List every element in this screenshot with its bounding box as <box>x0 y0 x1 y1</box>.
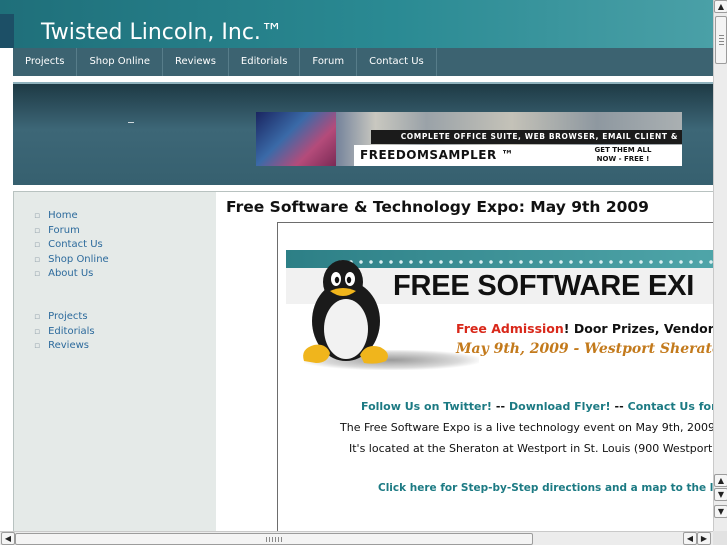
post-body: FREE SOFTWARE EXI Free Admission! Door P… <box>277 222 714 532</box>
contact-info-link[interactable]: Contact Us for More Info <box>628 400 714 413</box>
sidebar: Home Forum Contact Us Shop Online About … <box>13 191 216 531</box>
site-header: Twisted Lincoln, Inc.™ <box>0 0 713 48</box>
ad-brand-strip: FREEDOMSAMPLER ™ GET THEM ALL NOW - FREE… <box>354 145 682 166</box>
scroll-right-icon[interactable]: ▶ <box>697 532 711 545</box>
scroll-down-icon[interactable]: ▼ <box>714 505 727 518</box>
scroll-left-icon[interactable]: ◀ <box>683 532 697 545</box>
scrollbar-corner <box>713 531 727 545</box>
banner-band: COMPLETE OFFICE SUITE, WEB BROWSER, EMAI… <box>13 82 713 185</box>
scroll-left-icon[interactable]: ◀ <box>1 532 15 545</box>
expo-banner-image[interactable]: FREE SOFTWARE EXI Free Admission! Door P… <box>286 250 714 372</box>
link-separator: -- <box>614 400 624 413</box>
site-title[interactable]: Twisted Lincoln, Inc.™ <box>41 20 283 45</box>
flyer-link[interactable]: Download Flyer! <box>509 400 611 413</box>
sidebar-item-reviews[interactable]: Reviews <box>34 339 95 354</box>
sidebar-menu-primary: Home Forum Contact Us Shop Online About … <box>34 209 109 282</box>
nav-contact-us[interactable]: Contact Us <box>357 48 437 76</box>
expo-title: FREE SOFTWARE EXI <box>393 270 695 302</box>
horizontal-scrollbar[interactable]: ◀ ◀ ▶ <box>0 531 713 545</box>
ad-cta: GET THEM ALL NOW - FREE ! <box>568 146 678 164</box>
sidebar-item-forum[interactable]: Forum <box>34 224 109 239</box>
ad-tagline-strip: COMPLETE OFFICE SUITE, WEB BROWSER, EMAI… <box>371 130 682 155</box>
ad-cta-line2: NOW - FREE ! <box>596 155 650 163</box>
sidebar-item-editorials[interactable]: Editorials <box>34 325 95 340</box>
expo-admission: Free Admission <box>456 321 564 336</box>
sidebar-item-about-us[interactable]: About Us <box>34 267 109 282</box>
sidebar-item-projects[interactable]: Projects <box>34 310 95 325</box>
nav-forum[interactable]: Forum <box>300 48 358 76</box>
nav-editorials[interactable]: Editorials <box>229 48 301 76</box>
expo-subtitle-rest: ! Door Prizes, Vendors and <box>563 321 714 336</box>
horizontal-scroll-thumb[interactable] <box>15 533 533 545</box>
vertical-scrollbar[interactable]: ▲ ▲ ▼ ▼ <box>713 0 727 531</box>
scroll-up-icon[interactable]: ▲ <box>714 474 727 487</box>
post-text-location: It's located at the Sheraton at Westport… <box>349 442 714 455</box>
sidebar-item-home[interactable]: Home <box>34 209 109 224</box>
ad-graphic-image <box>256 112 336 166</box>
sidebar-item-contact-us[interactable]: Contact Us <box>34 238 109 253</box>
post-links: Follow Us on Twitter! -- Download Flyer! --… <box>361 400 714 413</box>
expo-subtitle: Free Admission! Door Prizes, Vendors and <box>456 321 714 336</box>
main-nav: Projects Shop Online Reviews Editorials … <box>13 48 713 76</box>
freedomsampler-ad[interactable]: COMPLETE OFFICE SUITE, WEB BROWSER, EMAI… <box>256 112 682 166</box>
expo-date-location: May 9th, 2009 - Westport Sheraton, S <box>456 341 714 357</box>
post-text-intro: The Free Software Expo is a live technol… <box>340 421 714 434</box>
ad-cta-line1: GET THEM ALL <box>594 146 652 154</box>
scroll-down-icon[interactable]: ▼ <box>714 488 727 501</box>
ad-brand: FREEDOMSAMPLER ™ <box>360 148 514 162</box>
tux-penguin-icon <box>303 260 388 364</box>
header-accent <box>0 14 14 48</box>
nav-shop-online[interactable]: Shop Online <box>77 48 164 76</box>
sidebar-item-shop-online[interactable]: Shop Online <box>34 253 109 268</box>
directions-link[interactable]: Click here for Step-by-Step directions a… <box>378 482 714 494</box>
nav-projects[interactable]: Projects <box>13 48 78 76</box>
scroll-up-icon[interactable]: ▲ <box>714 0 727 13</box>
page-title: Free Software & Technology Expo: May 9th… <box>226 198 649 216</box>
sidebar-menu-secondary: Projects Editorials Reviews <box>34 310 95 354</box>
vertical-scroll-thumb[interactable] <box>715 16 727 64</box>
nav-reviews[interactable]: Reviews <box>163 48 229 76</box>
main-content: Free Software & Technology Expo: May 9th… <box>216 191 714 532</box>
twitter-link[interactable]: Follow Us on Twitter! <box>361 400 492 413</box>
link-separator: -- <box>495 400 506 413</box>
banner-dash <box>128 122 134 123</box>
